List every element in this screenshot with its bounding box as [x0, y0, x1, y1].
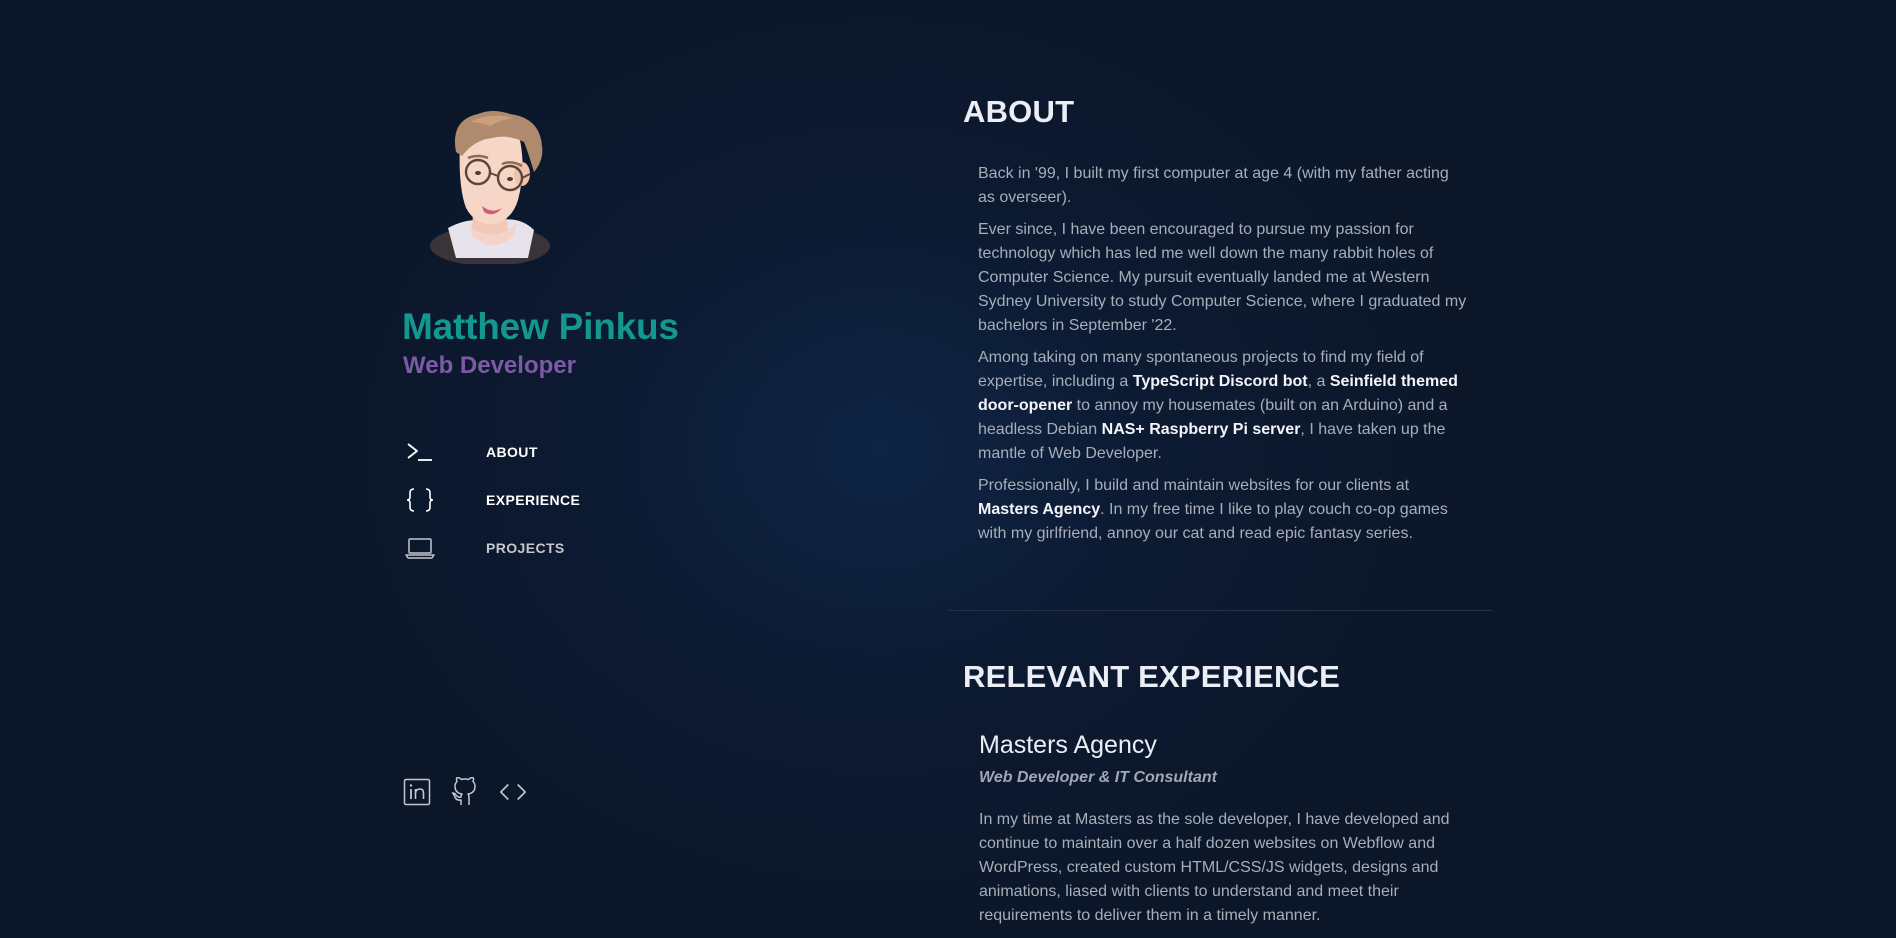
experience-heading: RELEVANT EXPERIENCE — [963, 659, 1341, 694]
linkedin-icon[interactable] — [402, 776, 432, 808]
nav-item-experience[interactable]: EXPERIENCE — [402, 476, 580, 524]
social-links — [402, 776, 528, 808]
about-paragraph-3: Among taking on many spontaneous project… — [978, 349, 1458, 462]
experience-description: In my time at Masters as the sole develo… — [979, 811, 1450, 924]
profile-name: Matthew Pinkus — [402, 306, 679, 347]
experience-company: Masters Agency — [979, 731, 1157, 759]
experience-job-title: Web Developer & IT Consultant — [979, 769, 1217, 786]
nav-item-about[interactable]: ABOUT — [402, 428, 580, 476]
about-heading: ABOUT — [963, 94, 1075, 129]
profile-role: Web Developer — [403, 352, 576, 379]
github-icon[interactable] — [450, 776, 480, 808]
about-paragraph-4: Professionally, I build and maintain web… — [978, 477, 1448, 542]
about-text: Back in '99, I built my first computer a… — [978, 162, 1468, 554]
nav-label-experience: EXPERIENCE — [486, 492, 581, 508]
about-paragraph-1: Back in '99, I built my first computer a… — [978, 165, 1449, 206]
curly-braces-icon — [404, 486, 436, 514]
nav-label-about: ABOUT — [486, 444, 538, 460]
section-nav: ABOUT EXPERIENCE PROJECTS — [402, 428, 580, 572]
sidebar: Matthew Pinkus Web Developer ABOUT EXPER… — [402, 0, 922, 938]
avatar — [430, 111, 550, 264]
section-divider — [948, 610, 1493, 611]
terminal-icon — [404, 438, 436, 466]
laptop-icon — [404, 534, 436, 562]
nav-label-projects: PROJECTS — [486, 540, 565, 556]
about-paragraph-2: Ever since, I have been encouraged to pu… — [978, 221, 1467, 334]
code-icon[interactable] — [498, 776, 528, 808]
nav-item-projects[interactable]: PROJECTS — [402, 524, 580, 572]
